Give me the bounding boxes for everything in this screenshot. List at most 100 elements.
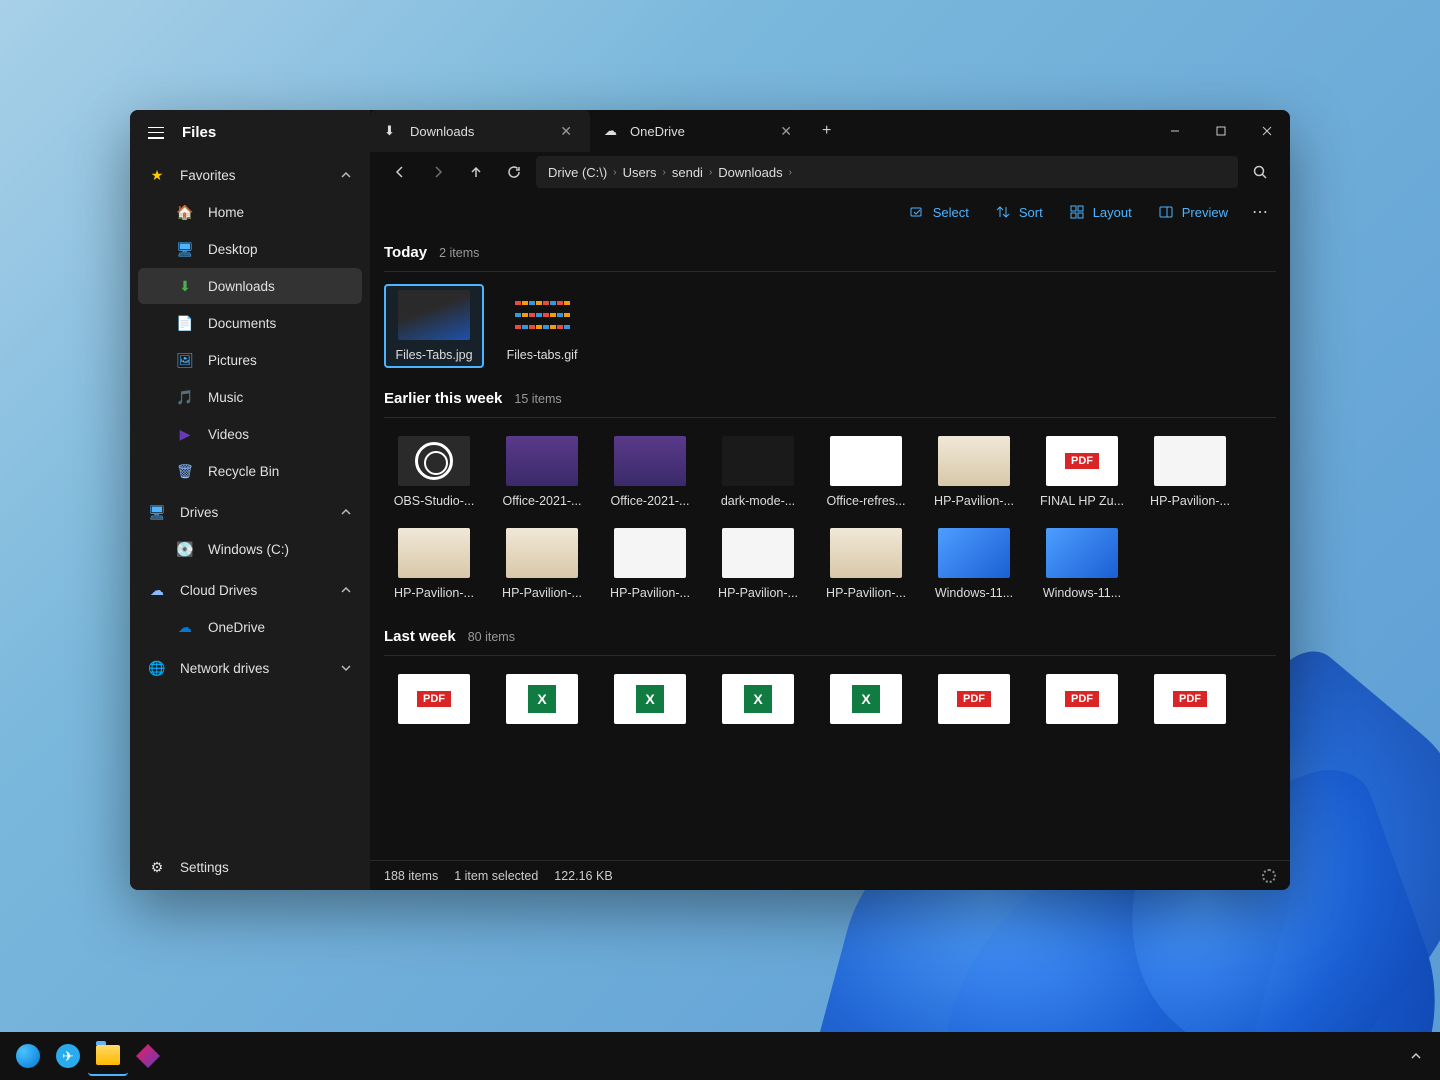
taskbar-telegram[interactable]: ✈ <box>48 1036 88 1076</box>
up-button[interactable] <box>460 156 492 188</box>
tab-onedrive[interactable]: ☁OneDrive✕ <box>590 110 810 152</box>
edge-icon <box>16 1044 40 1068</box>
file-item[interactable]: Files-tabs.gif <box>492 284 592 368</box>
cloud-drives-heading[interactable]: ☁ Cloud Drives <box>130 572 370 608</box>
sidebar-item-downloads[interactable]: ⬇Downloads <box>138 268 362 304</box>
file-item[interactable]: PDF <box>924 668 1024 738</box>
breadcrumb-segment[interactable]: sendi <box>672 165 703 180</box>
breadcrumb-segment[interactable]: Drive (C:\) <box>548 165 607 180</box>
chevron-up-icon <box>340 584 352 596</box>
chevron-right-icon: › <box>663 167 666 178</box>
sidebar-item-documents[interactable]: 📄Documents <box>138 305 362 341</box>
system-tray[interactable] <box>1410 1050 1432 1062</box>
more-button[interactable]: ⋯ <box>1244 196 1276 228</box>
file-item[interactable]: X <box>816 668 916 738</box>
toolbar: Select Sort Layout Preview ⋯ <box>370 192 1290 232</box>
taskbar: ✈ <box>0 1032 1440 1080</box>
tab-icon: ☁ <box>604 123 620 139</box>
file-item[interactable]: Office-refres... <box>816 430 916 514</box>
group-header[interactable]: Today2 items <box>384 236 1276 272</box>
folder-icon: 🖼 <box>176 351 194 369</box>
folder-icon: 🏠 <box>176 203 194 221</box>
file-item[interactable]: Windows-11... <box>1032 522 1132 606</box>
titlebar: ⬇Downloads✕☁OneDrive✕ + <box>370 110 1290 152</box>
file-item[interactable]: HP-Pavilion-... <box>708 522 808 606</box>
sidebar-item-drive[interactable]: 💽Windows (C:) <box>138 531 362 567</box>
network-icon: 🌐 <box>148 659 166 677</box>
sort-icon <box>995 204 1011 220</box>
nav-bar: Drive (C:\)›Users›sendi›Downloads› <box>370 152 1290 192</box>
tab-downloads[interactable]: ⬇Downloads✕ <box>370 110 590 152</box>
file-item[interactable]: X <box>708 668 808 738</box>
drive-icon: 💽 <box>176 540 194 558</box>
select-button[interactable]: Select <box>899 198 979 226</box>
file-item[interactable]: HP-Pavilion-... <box>1140 430 1240 514</box>
sidebar-item-onedrive[interactable]: ☁OneDrive <box>138 609 362 645</box>
folder-icon <box>96 1045 120 1065</box>
tab-close-icon[interactable]: ✕ <box>556 121 576 142</box>
breadcrumb-segment[interactable]: Downloads <box>718 165 782 180</box>
telegram-icon: ✈ <box>56 1044 80 1068</box>
sidebar-item-desktop[interactable]: 🖥Desktop <box>138 231 362 267</box>
file-item[interactable]: HP-Pavilion-... <box>492 522 592 606</box>
taskbar-files[interactable] <box>88 1036 128 1076</box>
tab-close-icon[interactable]: ✕ <box>776 121 796 142</box>
file-item[interactable]: HP-Pavilion-... <box>600 522 700 606</box>
main-pane: ⬇Downloads✕☁OneDrive✕ + Drive (C:\) › User… <box>370 110 1290 890</box>
hamburger-menu-icon[interactable] <box>148 127 164 139</box>
file-item[interactable]: X <box>492 668 592 738</box>
preview-button[interactable]: Preview <box>1148 198 1238 226</box>
status-selected: 1 item selected <box>454 869 538 883</box>
new-tab-button[interactable]: + <box>810 110 843 152</box>
chevron-right-icon: › <box>613 167 616 178</box>
layout-button[interactable]: Layout <box>1059 198 1142 226</box>
file-item[interactable]: HP-Pavilion-... <box>924 430 1024 514</box>
breadcrumb[interactable]: Drive (C:\)›Users›sendi›Downloads› <box>536 156 1238 188</box>
sidebar-item-recycle-bin[interactable]: 🗑Recycle Bin <box>138 453 362 489</box>
files-app-window: Files ★ Favorites 🏠Home🖥Desktop⬇Download… <box>130 110 1290 890</box>
minimize-button[interactable] <box>1152 110 1198 152</box>
chevron-up-icon <box>340 169 352 181</box>
taskbar-edge[interactable] <box>8 1036 48 1076</box>
sort-button[interactable]: Sort <box>985 198 1053 226</box>
file-item[interactable]: PDFFINAL HP Zu... <box>1032 430 1132 514</box>
refresh-button[interactable] <box>498 156 530 188</box>
sidebar-item-videos[interactable]: ▶Videos <box>138 416 362 452</box>
taskbar-affinity[interactable] <box>128 1036 168 1076</box>
file-item[interactable]: Files-Tabs.jpg <box>384 284 484 368</box>
file-item[interactable]: Office-2021-... <box>492 430 592 514</box>
sidebar-item-home[interactable]: 🏠Home <box>138 194 362 230</box>
file-item[interactable]: HP-Pavilion-... <box>384 522 484 606</box>
file-item[interactable]: PDF <box>1032 668 1132 738</box>
file-item[interactable]: PDF <box>1140 668 1240 738</box>
file-item[interactable]: OBS-Studio-... <box>384 430 484 514</box>
maximize-button[interactable] <box>1198 110 1244 152</box>
forward-button[interactable] <box>422 156 454 188</box>
file-item[interactable]: X <box>600 668 700 738</box>
folder-icon: 📄 <box>176 314 194 332</box>
file-item[interactable]: HP-Pavilion-... <box>816 522 916 606</box>
search-button[interactable] <box>1244 156 1276 188</box>
group-header[interactable]: Earlier this week15 items <box>384 382 1276 418</box>
cloud-icon: ☁ <box>148 581 166 599</box>
group-header[interactable]: Last week80 items <box>384 620 1276 656</box>
file-list[interactable]: Today2 items Files-Tabs.jpgFiles-tabs.gif… <box>370 232 1290 860</box>
sidebar-item-music[interactable]: 🎵Music <box>138 379 362 415</box>
file-item[interactable]: PDF <box>384 668 484 738</box>
file-item[interactable]: Office-2021-... <box>600 430 700 514</box>
chevron-up-icon <box>340 506 352 518</box>
file-item[interactable]: Windows-11... <box>924 522 1024 606</box>
chevron-up-icon <box>1410 1050 1422 1062</box>
breadcrumb-segment[interactable]: Users <box>623 165 657 180</box>
close-button[interactable] <box>1244 110 1290 152</box>
file-item[interactable]: dark-mode-... <box>708 430 808 514</box>
sidebar-item-pictures[interactable]: 🖼Pictures <box>138 342 362 378</box>
settings-button[interactable]: ⚙ Settings <box>130 844 370 890</box>
back-button[interactable] <box>384 156 416 188</box>
loading-spinner-icon <box>1262 869 1276 883</box>
favorites-heading[interactable]: ★ Favorites <box>130 157 370 193</box>
network-drives-heading[interactable]: 🌐 Network drives <box>130 650 370 686</box>
sidebar: Files ★ Favorites 🏠Home🖥Desktop⬇Download… <box>130 110 370 890</box>
folder-icon: ▶ <box>176 425 194 443</box>
drives-heading[interactable]: 🖥 Drives <box>130 494 370 530</box>
